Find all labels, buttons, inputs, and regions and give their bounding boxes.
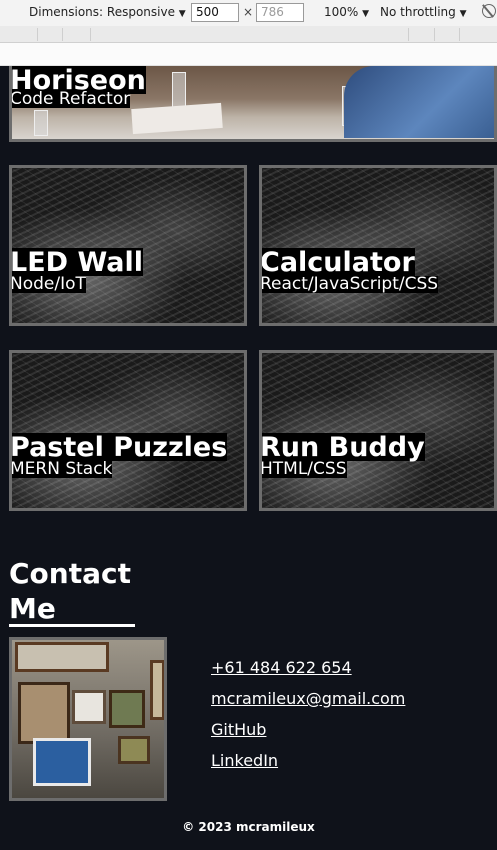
project-title: Run Buddy xyxy=(260,432,425,463)
zoom-caret-icon: ▼ xyxy=(362,9,370,19)
media-query-bar[interactable] xyxy=(0,26,497,43)
project-subtitle: Code Refactor xyxy=(10,89,131,109)
rotate-icon[interactable] xyxy=(482,4,496,18)
project-image xyxy=(12,353,244,508)
project-image xyxy=(262,168,494,323)
project-card-run-buddy[interactable]: Run Buddy HTML/CSS xyxy=(259,350,497,511)
linkedin-link[interactable]: LinkedIn xyxy=(211,749,405,780)
times-separator: × xyxy=(243,5,254,19)
project-card-pastel-puzzles[interactable]: Pastel Puzzles MERN Stack xyxy=(9,350,247,511)
project-title: Pastel Puzzles xyxy=(10,432,228,463)
zoom-dropdown[interactable]: 100% ▼ xyxy=(324,5,369,19)
height-input[interactable]: 786 xyxy=(256,3,304,22)
project-image xyxy=(12,168,244,323)
project-subtitle: HTML/CSS xyxy=(260,459,347,479)
project-subtitle: Node/IoT xyxy=(10,274,86,294)
dimensions-dropdown[interactable]: Dimensions: Responsive ▼ xyxy=(29,5,186,19)
project-card-led-wall[interactable]: LED Wall Node/IoT xyxy=(9,165,247,326)
dimensions-caret-icon: ▼ xyxy=(178,9,186,19)
footer-copyright: © 2023 mcramileux xyxy=(182,820,315,834)
email-link[interactable]: mcramileux@gmail.com xyxy=(211,687,405,718)
phone-link[interactable]: +61 484 622 654 xyxy=(211,656,405,687)
project-image xyxy=(262,353,494,508)
project-card-calculator[interactable]: Calculator React/JavaScript/CSS xyxy=(259,165,497,326)
contact-links: +61 484 622 654 mcramileux@gmail.com Git… xyxy=(211,656,405,780)
project-title: Calculator xyxy=(260,247,415,278)
project-subtitle: React/JavaScript/CSS xyxy=(260,274,439,294)
throttling-caret-icon: ▼ xyxy=(459,9,467,19)
throttling-dropdown[interactable]: No throttling ▼ xyxy=(380,5,467,19)
width-input[interactable]: 500 xyxy=(191,3,239,22)
heading-underline xyxy=(9,624,135,627)
contact-heading: Contact Me xyxy=(9,557,131,625)
project-title: LED Wall xyxy=(10,247,144,278)
github-link[interactable]: GitHub xyxy=(211,718,405,749)
devtools-toolbar: Dimensions: Responsive ▼ 500 × 786 100% … xyxy=(0,0,497,26)
ruler-bar xyxy=(0,43,497,66)
project-card-horiseon[interactable]: Horiseon Code Refactor xyxy=(9,66,497,142)
project-subtitle: MERN Stack xyxy=(10,459,113,479)
profile-photo xyxy=(9,637,167,801)
